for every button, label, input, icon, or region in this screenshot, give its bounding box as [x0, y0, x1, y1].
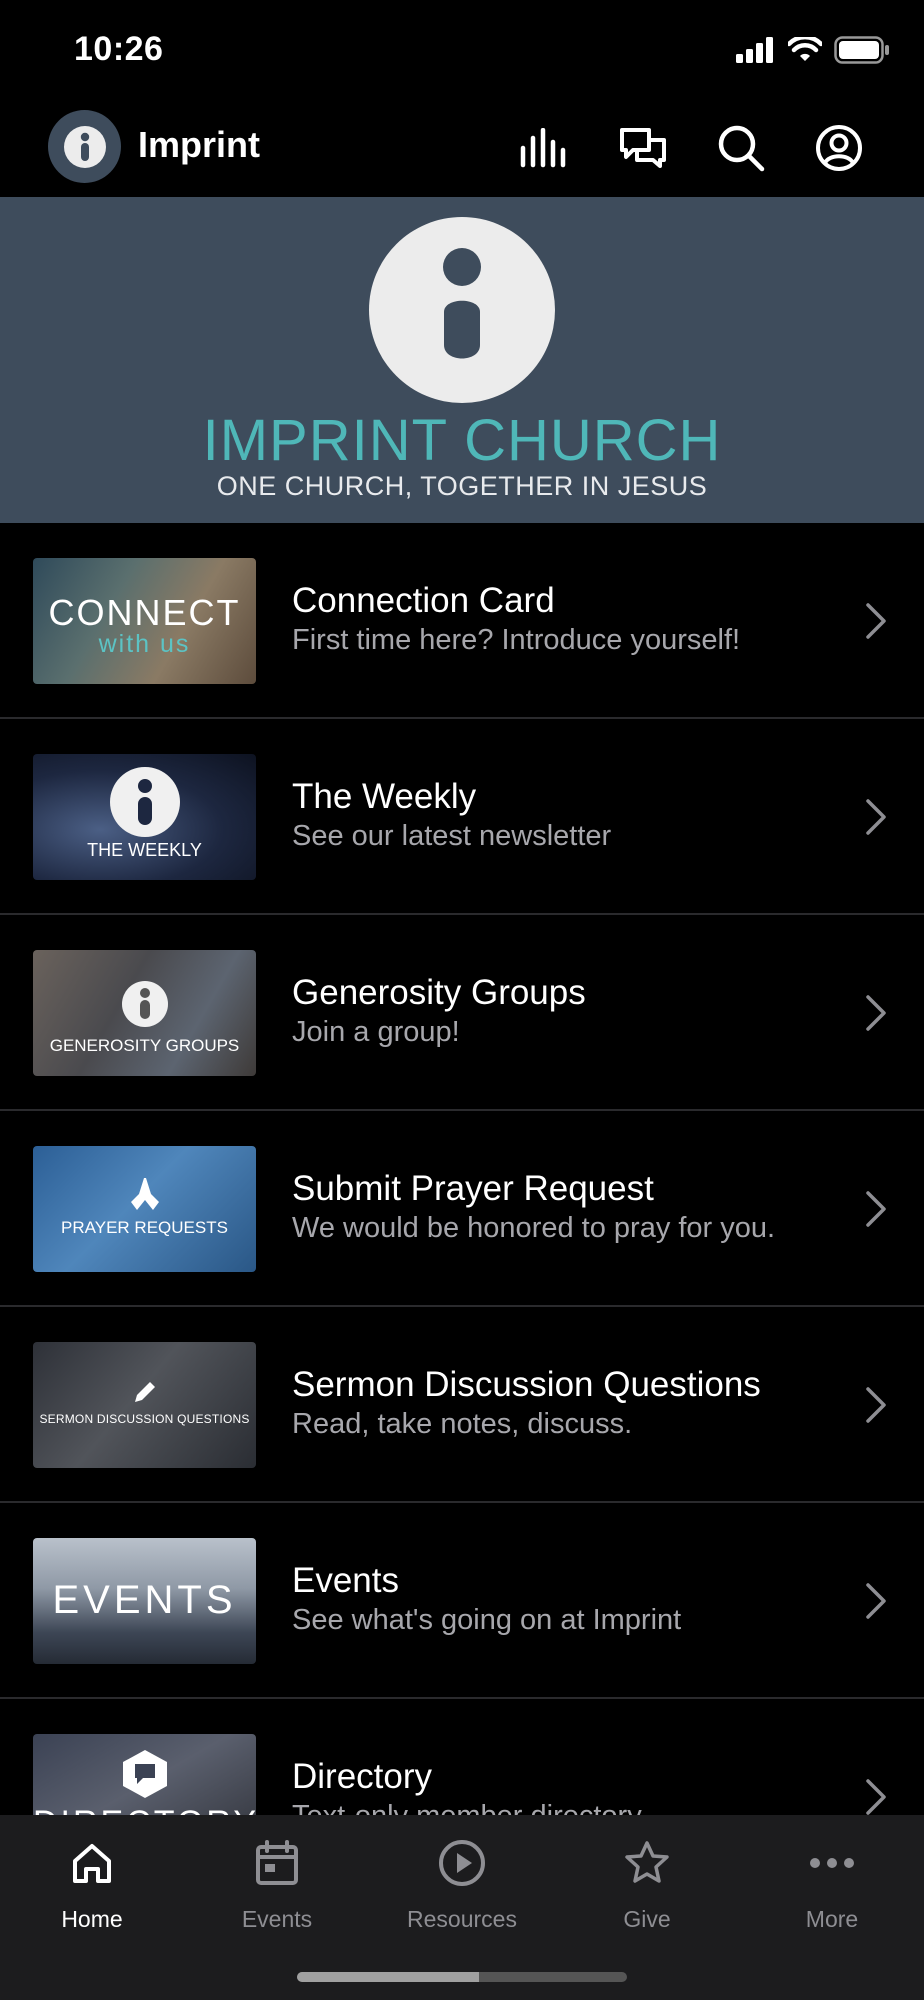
tab-more[interactable]: More: [740, 1815, 924, 1945]
home-indicator-fill: [297, 1972, 479, 1982]
item-subtitle: Read, take notes, discuss.: [292, 1408, 633, 1440]
list-item-sermon-questions[interactable]: SERMON DISCUSSION QUESTIONS Sermon Discu…: [0, 1307, 924, 1503]
item-subtitle: Join a group!: [292, 1016, 460, 1048]
item-subtitle: First time here? Introduce yourself!: [292, 624, 741, 656]
church-banner: IMPRINT CHURCH ONE CHURCH, TOGETHER IN J…: [0, 197, 924, 523]
tab-resources[interactable]: Resources: [370, 1815, 554, 1945]
home-indicator[interactable]: [297, 1972, 627, 1982]
item-subtitle: We would be honored to pray for you.: [292, 1212, 776, 1244]
app-header: Imprint: [0, 100, 924, 197]
praying-hands-icon: [131, 1178, 159, 1210]
search-icon[interactable]: [713, 120, 769, 176]
generosity-thumbnail: GENEROSITY GROUPS: [33, 950, 256, 1076]
chevron-right-icon: [866, 603, 886, 639]
sermon-thumbnail: SERMON DISCUSSION QUESTIONS: [33, 1342, 256, 1468]
chevron-right-icon: [866, 995, 886, 1031]
church-logo-icon: [369, 217, 555, 403]
item-subtitle: See what's going on at Imprint: [292, 1604, 682, 1636]
item-title: Generosity Groups: [292, 973, 586, 1012]
item-title: Directory: [292, 1757, 433, 1796]
item-subtitle: See our latest newsletter: [292, 820, 612, 852]
events-thumbnail: EVENTS: [33, 1538, 256, 1664]
tab-label: Resources: [407, 1906, 517, 1932]
chat-icon[interactable]: [615, 120, 671, 176]
chevron-right-icon: [866, 799, 886, 835]
item-title: Submit Prayer Request: [292, 1169, 654, 1208]
thumb-sublabel: with us: [98, 630, 191, 658]
item-title: Events: [292, 1561, 399, 1600]
status-bar: 10:26: [0, 0, 924, 100]
app-logo-icon[interactable]: [48, 110, 121, 183]
item-title: Connection Card: [292, 581, 555, 620]
tab-events[interactable]: Events: [185, 1815, 369, 1945]
live-audio-icon[interactable]: [517, 120, 573, 176]
tab-label: Home: [61, 1906, 123, 1932]
thumb-label: GENEROSITY GROUPS: [49, 1036, 240, 1055]
battery-icon: [834, 36, 889, 64]
wifi-icon: [788, 37, 822, 61]
list-item-prayer-request[interactable]: PRAYER REQUESTS Submit Prayer Request We…: [0, 1111, 924, 1307]
thumb-label: THE WEEKLY: [87, 840, 202, 860]
item-title: Sermon Discussion Questions: [292, 1365, 761, 1404]
calendar-icon: [249, 1835, 305, 1891]
directory-logo-icon: [123, 1750, 167, 1798]
tab-home[interactable]: Home: [0, 1815, 184, 1945]
home-list: CONNECT with us Connection Card First ti…: [0, 523, 924, 1895]
chevron-right-icon: [866, 1583, 886, 1619]
more-icon: [804, 1835, 860, 1891]
chevron-right-icon: [866, 1779, 886, 1815]
banner-subtitle: ONE CHURCH, TOGETHER IN JESUS: [216, 471, 708, 501]
cellular-signal-icon: [736, 37, 773, 63]
prayer-thumbnail: PRAYER REQUESTS: [33, 1146, 256, 1272]
list-item-generosity-groups[interactable]: GENEROSITY GROUPS Generosity Groups Join…: [0, 915, 924, 1111]
list-item-events[interactable]: EVENTS Events See what's going on at Imp…: [0, 1503, 924, 1699]
imprint-logo-icon: [110, 767, 180, 837]
tab-label: More: [805, 1906, 859, 1932]
pencil-icon: [135, 1382, 155, 1402]
tab-label: Events: [241, 1906, 313, 1932]
list-item-connection-card[interactable]: CONNECT with us Connection Card First ti…: [0, 523, 924, 719]
connect-thumbnail: CONNECT with us: [33, 558, 256, 684]
play-circle-icon: [434, 1835, 490, 1891]
thumb-label: PRAYER REQUESTS: [61, 1218, 228, 1237]
imprint-logo-icon: [122, 981, 168, 1027]
status-icons: [736, 36, 890, 64]
chevron-right-icon: [866, 1191, 886, 1227]
thumb-label: CONNECT: [48, 592, 241, 633]
tab-label: Give: [623, 1906, 671, 1932]
status-time: 10:26: [74, 30, 164, 68]
star-icon: [619, 1835, 675, 1891]
home-icon: [64, 1835, 120, 1891]
thumb-label: SERMON DISCUSSION QUESTIONS: [39, 1412, 250, 1426]
weekly-thumbnail: THE WEEKLY: [33, 754, 256, 880]
chevron-right-icon: [866, 1387, 886, 1423]
tab-give[interactable]: Give: [555, 1815, 739, 1945]
banner-title: IMPRINT CHURCH: [202, 408, 722, 473]
app-title: Imprint: [138, 124, 260, 165]
item-title: The Weekly: [292, 777, 477, 816]
list-item-the-weekly[interactable]: THE WEEKLY The Weekly See our latest new…: [0, 719, 924, 915]
thumb-label: EVENTS: [52, 1578, 237, 1622]
profile-icon[interactable]: [811, 120, 867, 176]
